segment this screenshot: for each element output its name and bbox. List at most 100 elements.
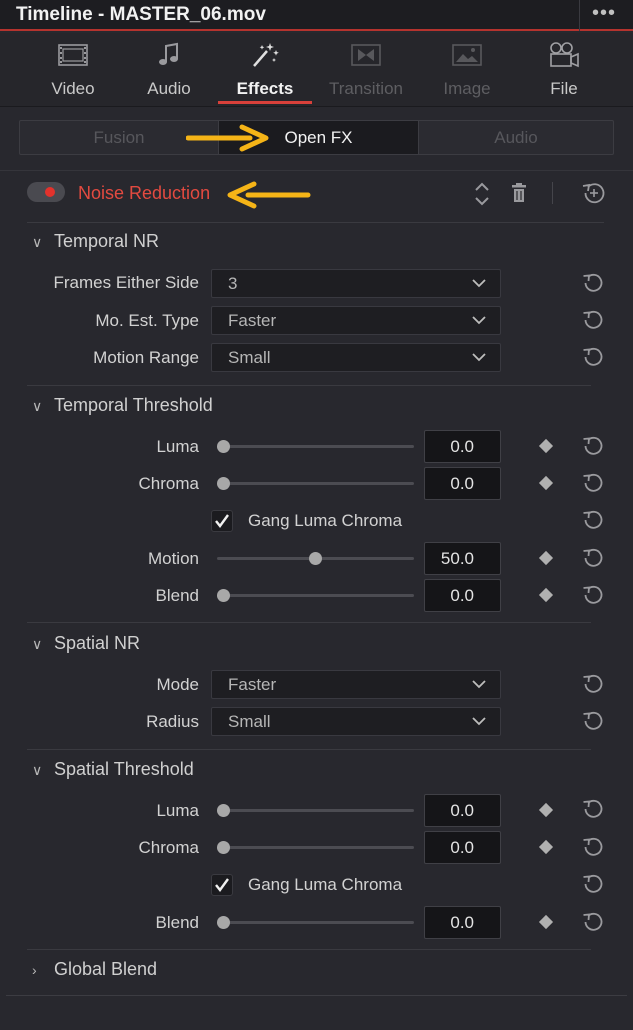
dropdown-value: Faster (228, 311, 277, 330)
tab-audio[interactable]: Audio (120, 33, 218, 106)
tt-luma-value-field[interactable]: 0.0 (424, 430, 501, 463)
reset-icon[interactable] (582, 710, 604, 732)
st-blend-slider[interactable] (217, 916, 414, 929)
dropdown-value: Small (228, 712, 271, 731)
more-options-icon[interactable]: ••• (592, 2, 616, 25)
annotation-arrow-left-icon (227, 181, 311, 209)
keyframe-diamond-icon[interactable] (538, 914, 554, 930)
reset-effect-icon[interactable] (582, 181, 606, 205)
segment-audio[interactable]: Audio (419, 121, 613, 154)
tab-transition[interactable]: Transition (317, 33, 415, 106)
section-title: Global Blend (54, 959, 158, 979)
slider-handle[interactable] (217, 916, 230, 929)
tab-file[interactable]: File (515, 33, 613, 106)
slider-handle[interactable] (309, 552, 322, 565)
chevron-down-icon: ∨ (32, 234, 43, 250)
divider (6, 995, 627, 996)
tt-motion-value-field[interactable]: 50.0 (424, 542, 501, 575)
divider (27, 222, 604, 223)
divider (27, 385, 591, 386)
chevron-down-icon: ∨ (32, 762, 43, 778)
slider-handle[interactable] (217, 477, 230, 490)
keyframe-diamond-icon[interactable] (538, 587, 554, 603)
keyframe-diamond-icon[interactable] (538, 550, 554, 566)
st-chroma-slider[interactable] (217, 841, 414, 854)
dropdown-value: Faster (228, 675, 277, 694)
reset-icon[interactable] (582, 584, 604, 606)
slider-handle[interactable] (217, 841, 230, 854)
st-chroma-value-field[interactable]: 0.0 (424, 831, 501, 864)
section-spatial-nr[interactable]: ∨ Spatial NR (32, 633, 140, 654)
keyframe-diamond-icon[interactable] (538, 839, 554, 855)
reset-icon[interactable] (582, 911, 604, 933)
reset-icon[interactable] (582, 309, 604, 331)
image-icon (418, 40, 516, 70)
reset-icon[interactable] (582, 673, 604, 695)
section-global-blend[interactable]: › Global Blend (32, 959, 157, 980)
reset-icon[interactable] (582, 547, 604, 569)
tt-blend-slider[interactable] (217, 589, 414, 602)
divider (27, 749, 591, 750)
tt-chroma-value-field[interactable]: 0.0 (424, 467, 501, 500)
section-spatial-threshold[interactable]: ∨ Spatial Threshold (32, 759, 194, 780)
tab-effects[interactable]: Effects (216, 33, 314, 106)
section-temporal-threshold[interactable]: ∨ Temporal Threshold (32, 395, 213, 416)
st-gang-luma-chroma-checkbox[interactable] (211, 874, 233, 896)
tt-motion-slider[interactable] (217, 552, 414, 565)
tt-gang-luma-chroma-checkbox[interactable] (211, 510, 233, 532)
tab-label: Audio (147, 79, 191, 98)
trash-icon[interactable] (511, 183, 527, 203)
dropdown-value: Small (228, 348, 271, 367)
motion-range-label: Motion Range (93, 348, 199, 367)
reset-icon[interactable] (582, 798, 604, 820)
mo-est-type-dropdown[interactable]: Faster (211, 306, 501, 335)
st-luma-value-field[interactable]: 0.0 (424, 794, 501, 827)
tab-video[interactable]: Video (24, 33, 122, 106)
reset-icon[interactable] (582, 472, 604, 494)
effect-name[interactable]: Noise Reduction (78, 183, 210, 204)
reorder-updown-icon[interactable] (473, 180, 491, 208)
motion-range-dropdown[interactable]: Small (211, 343, 501, 372)
keyframe-diamond-icon[interactable] (538, 475, 554, 491)
chevron-down-icon (472, 680, 486, 689)
reset-icon[interactable] (582, 509, 604, 531)
tt-motion-label: Motion (147, 549, 199, 568)
frames-either-side-dropdown[interactable]: 3 (211, 269, 501, 298)
window-title: Timeline - MASTER_06.mov (16, 4, 266, 25)
checkmark-icon (215, 514, 229, 528)
tt-chroma-slider[interactable] (217, 477, 414, 490)
keyframe-diamond-icon[interactable] (538, 802, 554, 818)
slider-handle[interactable] (217, 804, 230, 817)
effect-enable-toggle[interactable] (27, 182, 65, 202)
tt-gang-luma-chroma-label: Gang Luma Chroma (248, 511, 403, 530)
chevron-down-icon (472, 717, 486, 726)
keyframe-diamond-icon[interactable] (538, 438, 554, 454)
section-temporal-nr[interactable]: ∨ Temporal NR (32, 231, 159, 252)
chevron-down-icon: ∨ (32, 636, 43, 652)
reset-icon[interactable] (582, 272, 604, 294)
divider (27, 622, 591, 623)
st-blend-label: Blend (155, 913, 199, 932)
tt-blend-value-field[interactable]: 0.0 (424, 579, 501, 612)
divider (27, 949, 591, 950)
tab-label: Effects (236, 79, 294, 98)
mode-dropdown[interactable]: Faster (211, 670, 501, 699)
reset-icon[interactable] (582, 836, 604, 858)
st-blend-value-field[interactable]: 0.0 (424, 906, 501, 939)
slider-handle[interactable] (217, 440, 230, 453)
st-luma-slider[interactable] (217, 804, 414, 817)
tab-image[interactable]: Image (418, 33, 516, 106)
section-title: Temporal Threshold (54, 395, 213, 415)
chevron-down-icon (472, 353, 486, 362)
reset-icon[interactable] (582, 873, 604, 895)
section-title: Temporal NR (54, 231, 160, 251)
title-bar: Timeline - MASTER_06.mov ••• (0, 0, 633, 31)
tab-label: Image (443, 79, 491, 98)
radius-dropdown[interactable]: Small (211, 707, 501, 736)
header-divider (552, 182, 553, 204)
dropdown-value: 3 (228, 274, 238, 293)
tt-luma-slider[interactable] (217, 440, 414, 453)
reset-icon[interactable] (582, 435, 604, 457)
slider-handle[interactable] (217, 589, 230, 602)
reset-icon[interactable] (582, 346, 604, 368)
